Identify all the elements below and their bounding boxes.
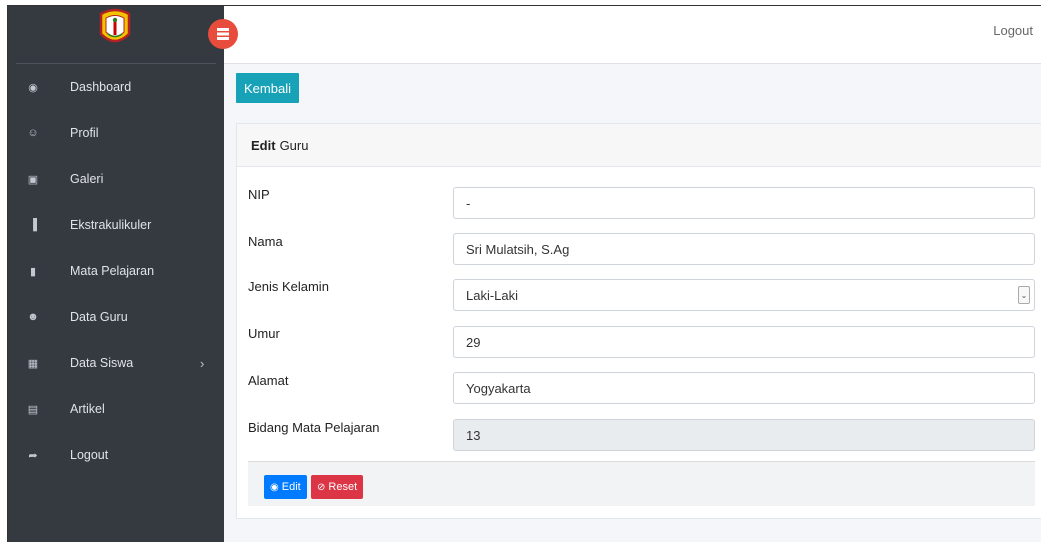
sidebar-item-label: Logout [70,448,109,462]
sidebar-item-mata-pelajaran[interactable]: ▮ Mata Pelajaran [8,252,224,290]
sidebar-item-label: Mata Pelajaran [70,264,155,278]
edit-button-label: Edit [281,481,301,493]
sidebar-item-label: Galeri [70,172,104,186]
sidebar-item-label: Data Siswa [70,356,134,370]
card-title-bold: Edit [251,137,276,153]
bidang-label: Bidang Mata Pelajaran [248,420,380,435]
chevron-right-icon[interactable]: › [200,356,204,371]
jenis-kelamin-value: Laki-Laki [466,287,519,303]
sidebar-item-label: Dashboard [70,80,132,94]
users-icon: ☻ [27,311,39,323]
ban-icon: ⊘ [317,481,326,493]
sidebar-item-artikel[interactable]: ▤ Artikel [8,390,224,428]
bar-chart-icon: ▐ [29,219,37,231]
sidebar-item-ekstrakulikuler[interactable]: ▐ Ekstrakulikuler [8,206,224,244]
sidebar-item-label: Artikel [70,402,105,416]
app-window: ◉ Dashboard ☺ Profil ▣ Galeri ▐ Ekstrakulikuler… [7,5,1041,542]
umur-input[interactable] [453,326,1035,358]
sidebar-item-label: Ekstrakulikuler [70,218,152,232]
jenis-kelamin-select[interactable]: Laki-Laki ⌄ [453,279,1035,311]
sidebar-item-data-siswa[interactable]: ▦ Data Siswa › [8,344,224,382]
top-logout-link[interactable]: Logout [993,23,1033,38]
sidebar: ◉ Dashboard ☺ Profil ▣ Galeri ▐ Ekstrakulikuler… [8,6,224,542]
sidebar-item-logout[interactable]: ➦ Logout [8,436,224,474]
alamat-label: Alamat [248,373,289,388]
reset-button-label: Reset [328,481,358,493]
reset-button[interactable]: ⊘ Reset [311,475,364,499]
circle-dot-icon: ◉ [270,481,279,493]
edit-button[interactable]: ◉ Edit [264,475,307,499]
sidebar-item-dashboard[interactable]: ◉ Dashboard [8,68,224,106]
back-button[interactable]: Kembali [236,73,299,103]
sidebar-toggle-button[interactable] [208,19,238,49]
jenis-kelamin-label: Jenis Kelamin [248,279,329,294]
sidebar-item-data-guru[interactable]: ☻ Data Guru [8,298,224,336]
sidebar-item-label: Profil [70,126,99,140]
alamat-input[interactable] [453,372,1035,404]
sidebar-item-label: Data Guru [70,310,128,324]
nama-input[interactable] [453,233,1035,265]
bidang-input [453,419,1035,451]
sidebar-brand [16,6,216,64]
nip-label: NIP [248,187,270,202]
chevron-down-icon: ⌄ [1018,286,1030,304]
card-header: Edit Guru [237,124,1041,167]
nip-input[interactable] [453,187,1035,219]
share-icon: ➦ [28,449,38,462]
table-icon: ▦ [27,357,39,370]
card-title: Guru [279,137,309,153]
nama-label: Nama [248,234,283,249]
sidebar-item-galeri[interactable]: ▣ Galeri [8,160,224,198]
dashboard-icon: ◉ [28,81,38,94]
top-navbar: Logout [208,6,1041,64]
edit-guru-card: Edit Guru NIP Nama Jenis Kelamin Laki-La… [236,123,1041,519]
school-logo[interactable] [98,8,132,48]
card-footer: ◉ Edit ⊘ Reset [248,461,1035,506]
sidebar-item-profil[interactable]: ☺ Profil [8,114,224,152]
book-icon: ▮ [29,265,37,278]
newspaper-icon: ▤ [27,403,39,416]
umur-label: Umur [248,326,280,341]
user-icon: ☺ [27,127,39,139]
server-icon [217,28,229,40]
image-icon: ▣ [27,173,39,186]
